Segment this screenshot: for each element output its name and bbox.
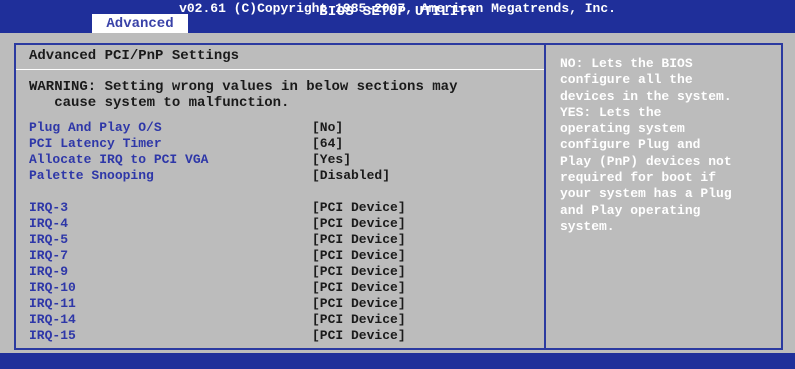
help-text-line: devices in the system. [560, 88, 732, 104]
setting-label-plug-and-play-os[interactable]: Plug And Play O/S [29, 120, 162, 135]
irq-value-15[interactable]: [PCI Device] [312, 328, 406, 343]
irq-label-10[interactable]: IRQ-10 [29, 280, 76, 295]
warning-text-line-1: WARNING: Setting wrong values in below s… [29, 79, 458, 95]
setting-value-allocate-irq-vga[interactable]: [Yes] [312, 152, 351, 167]
footer-bar [0, 353, 795, 369]
irq-label-5[interactable]: IRQ-5 [29, 232, 68, 247]
help-text-line: configure all the [560, 72, 693, 88]
heading-separator [16, 69, 544, 70]
irq-value-5[interactable]: [PCI Device] [312, 232, 406, 247]
irq-value-3[interactable]: [PCI Device] [312, 200, 406, 215]
irq-label-11[interactable]: IRQ-11 [29, 296, 76, 311]
tab-advanced[interactable]: Advanced [92, 14, 188, 33]
help-text-line: and Play operating [560, 202, 701, 218]
setting-label-allocate-irq-vga[interactable]: Allocate IRQ to PCI VGA [29, 152, 208, 167]
setting-value-pci-latency-timer[interactable]: [64] [312, 136, 343, 151]
help-text-line: system. [560, 218, 615, 234]
help-text-line: operating system [560, 121, 685, 137]
help-text-line: your system has a Plug [560, 186, 732, 202]
page-title: Advanced PCI/PnP Settings [29, 48, 240, 64]
irq-value-14[interactable]: [PCI Device] [312, 312, 406, 327]
irq-label-3[interactable]: IRQ-3 [29, 200, 68, 215]
irq-value-11[interactable]: [PCI Device] [312, 296, 406, 311]
irq-value-9[interactable]: [PCI Device] [312, 264, 406, 279]
help-text-line: Play (PnP) devices not [560, 153, 732, 169]
irq-label-15[interactable]: IRQ-15 [29, 328, 76, 343]
help-text-line: configure Plug and [560, 137, 701, 153]
warning-text-line-2: cause system to malfunction. [29, 95, 290, 111]
setting-value-plug-and-play-os[interactable]: [No] [312, 120, 343, 135]
irq-value-10[interactable]: [PCI Device] [312, 280, 406, 295]
irq-label-7[interactable]: IRQ-7 [29, 248, 68, 263]
help-text-line: NO: Lets the BIOS [560, 56, 693, 71]
irq-label-4[interactable]: IRQ-4 [29, 216, 68, 231]
irq-label-9[interactable]: IRQ-9 [29, 264, 68, 279]
setting-value-palette-snooping[interactable]: [Disabled] [312, 168, 390, 183]
irq-label-14[interactable]: IRQ-14 [29, 312, 76, 327]
copyright-text: v02.61 (C)Copyright 1985-2007, American … [179, 1, 616, 16]
help-text-line: required for boot if [560, 170, 717, 186]
help-text-line: YES: Lets the [560, 104, 662, 120]
irq-value-7[interactable]: [PCI Device] [312, 248, 406, 263]
panel-divider [544, 43, 546, 350]
help-panel: NO: Lets the BIOS configure all the devi… [560, 56, 780, 235]
irq-value-4[interactable]: [PCI Device] [312, 216, 406, 231]
setting-label-pci-latency-timer[interactable]: PCI Latency Timer [29, 136, 162, 151]
setting-label-palette-snooping[interactable]: Palette Snooping [29, 168, 154, 183]
